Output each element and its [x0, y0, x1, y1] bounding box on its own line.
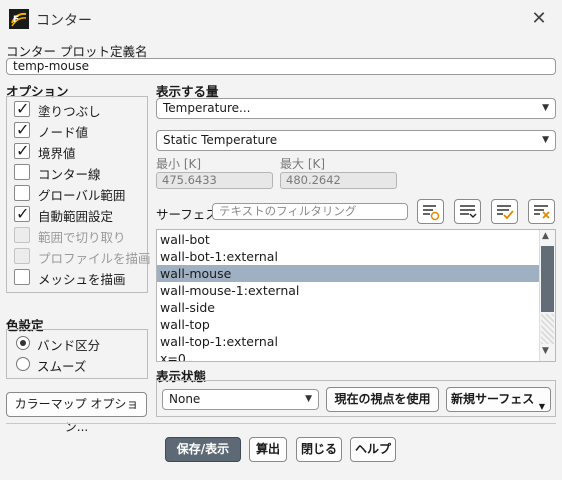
scroll-up-icon[interactable]: ▲	[542, 231, 549, 241]
coloring-option-label: スムーズ	[37, 359, 87, 374]
max-value-field: 480.2642	[280, 172, 397, 189]
surface-list-items: wall-bot wall-bot-1:external wall-mouse wal…	[157, 230, 555, 361]
close-button[interactable]: 閉じる	[296, 437, 342, 462]
option-label: 境界値	[38, 146, 76, 161]
colormap-options-button[interactable]: カラーマップ オプション...	[6, 392, 147, 434]
svg-text:F: F	[13, 15, 19, 25]
save-display-button[interactable]: 保存/表示	[165, 437, 241, 462]
view-state-select[interactable]: None ▼	[162, 389, 319, 410]
min-value-field: 475.6433	[156, 172, 273, 189]
select-surface-group-icon[interactable]	[417, 199, 444, 224]
surfaces-label: サーフェス	[156, 207, 218, 222]
chevron-down-icon: ▼	[305, 394, 312, 404]
surface-list-scrollbar[interactable]: ▲ ▼	[539, 230, 555, 361]
option-checkbox[interactable]	[14, 141, 30, 160]
option-checkbox[interactable]	[14, 99, 30, 118]
compute-button[interactable]: 算出	[249, 437, 287, 462]
quantity-category-select[interactable]: Temperature... ▼	[156, 98, 556, 119]
surface-list[interactable]: wall-bot wall-bot-1:external wall-mouse wal…	[156, 229, 556, 362]
option-label: メッシュを描画	[38, 272, 126, 287]
chevron-down-icon: ▼	[542, 135, 549, 145]
surface-list-item[interactable]: wall-mouse	[157, 265, 542, 282]
option-label: プロファイルを描画	[38, 251, 151, 266]
option-checkbox	[14, 248, 30, 264]
scrollbar-thumb[interactable]	[541, 246, 554, 312]
surface-filter-input[interactable]: テキストのフィルタリング	[212, 203, 408, 220]
option-checkbox[interactable]	[14, 185, 30, 201]
chevron-down-icon: ▼	[538, 402, 545, 411]
surface-list-options-icon[interactable]	[454, 199, 481, 224]
option-checkbox[interactable]	[14, 269, 30, 285]
quantity-category-value: Temperature...	[163, 101, 251, 115]
use-current-view-button[interactable]: 現在の視点を使用	[326, 387, 439, 412]
coloring-option-label: バンド区分	[37, 338, 101, 353]
option-checkbox[interactable]	[14, 120, 30, 139]
quantity-variable-value: Static Temperature	[163, 133, 278, 147]
window-title: コンター	[36, 13, 92, 29]
option-checkbox[interactable]	[14, 204, 30, 223]
new-surface-button[interactable]: 新規サーフェス ▼	[446, 387, 551, 412]
select-all-surfaces-icon[interactable]	[491, 199, 518, 224]
surface-list-item[interactable]: wall-top-1:external	[157, 333, 542, 350]
option-checkbox	[14, 227, 30, 243]
option-label: コンター線	[38, 167, 101, 182]
fluent-app-icon: F	[9, 9, 29, 29]
min-label: 最小 [K]	[156, 157, 202, 171]
new-surface-label: 新規サーフェス	[451, 392, 535, 406]
surface-list-item[interactable]: wall-bot-1:external	[157, 248, 542, 265]
option-label: 塗りつぶし	[38, 104, 101, 119]
view-state-value: None	[169, 392, 201, 406]
footer-divider	[6, 423, 556, 424]
max-label: 最大 [K]	[280, 157, 326, 171]
surface-list-item[interactable]: wall-top	[157, 316, 542, 333]
surface-list-item[interactable]: wall-mouse-1:external	[157, 282, 542, 299]
deselect-all-surfaces-icon[interactable]	[528, 199, 555, 224]
option-label: 範囲で切り取り	[38, 230, 126, 245]
scroll-down-icon[interactable]: ▼	[542, 346, 549, 356]
close-icon[interactable]: ✕	[526, 7, 552, 31]
option-label: 自動範囲設定	[38, 209, 114, 224]
contour-name-input[interactable]: temp-mouse	[6, 58, 556, 75]
coloring-radio[interactable]	[16, 357, 30, 371]
scrollbar-track[interactable]	[541, 314, 554, 344]
surface-list-item[interactable]: x=0	[157, 350, 542, 361]
quantity-variable-select[interactable]: Static Temperature ▼	[156, 130, 556, 151]
option-label: ノード値	[38, 125, 89, 140]
surface-list-item[interactable]: wall-side	[157, 299, 542, 316]
chevron-down-icon: ▼	[542, 103, 549, 113]
surface-list-item[interactable]: wall-bot	[157, 231, 542, 248]
option-checkbox[interactable]	[14, 164, 30, 180]
option-label: グローバル範囲	[38, 188, 126, 203]
coloring-radio[interactable]	[16, 336, 30, 350]
help-button[interactable]: ヘルプ	[350, 437, 396, 462]
